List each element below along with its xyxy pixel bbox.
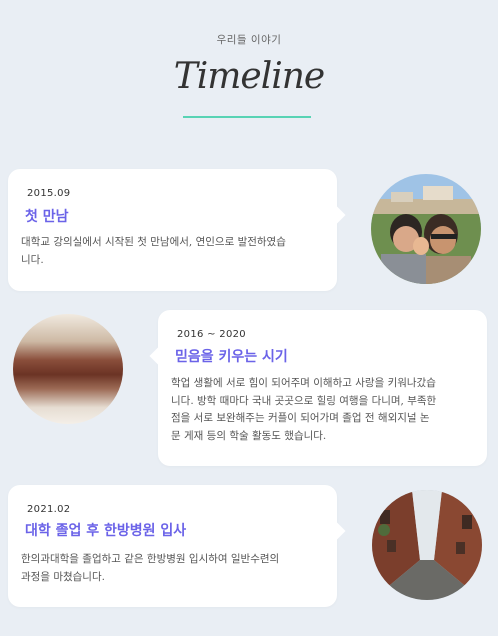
timeline-card-3: 2021.02 대학 졸업 후 한방병원 입사 한의과대학을 졸업하고 같은 한… bbox=[8, 485, 337, 607]
event-date: 2016 ~ 2020 bbox=[177, 329, 246, 340]
alley-street-photo bbox=[372, 490, 482, 600]
event-description-line: 니다. 방학 때마다 국내 곳곳으로 힐링 여행을 다니며, 부족한 bbox=[171, 394, 437, 407]
timeline-card-2: 2016 ~ 2020 믿음을 키우는 시기 학업 생활에 서로 힘이 되어주며… bbox=[158, 310, 487, 466]
event-date: 2015.09 bbox=[27, 188, 71, 199]
blurred-closeup-photo bbox=[13, 314, 123, 424]
event-description-line: 대학교 강의실에서 시작된 첫 만남에서, 연인으로 발전하였습 bbox=[21, 236, 286, 248]
event-description: 한의과대학을 졸업하고 같은 한방병원 입시하여 일반수련의 과정을 마쳤습니다… bbox=[21, 551, 331, 586]
event-description: 대학교 강의실에서 시작된 첫 만남에서, 연인으로 발전하였습 니다. bbox=[21, 234, 331, 269]
event-title: 대학 졸업 후 한방병원 입사 bbox=[25, 523, 187, 539]
title-underline bbox=[183, 116, 311, 118]
event-description-line: 니다. bbox=[21, 253, 44, 266]
event-description-line: 점을 서로 보완해주는 커플이 되어가며 졸업 전 해외지널 논 bbox=[171, 412, 430, 424]
couple-selfie-photo bbox=[371, 174, 481, 284]
event-description-line: 학업 생활에 서로 힘이 되어주며 이해하고 사랑을 키워나갔습 bbox=[171, 377, 436, 389]
event-description-line: 한의과대학을 졸업하고 같은 한방병원 입시하여 일반수련의 bbox=[21, 553, 280, 565]
event-title: 믿음을 키우는 시기 bbox=[175, 349, 288, 365]
event-date: 2021.02 bbox=[27, 504, 71, 515]
event-title: 첫 만남 bbox=[25, 209, 69, 225]
event-description-line: 문 게재 등의 학술 활동도 했습니다. bbox=[171, 429, 327, 442]
event-description-line: 과정을 마쳤습니다. bbox=[21, 570, 105, 583]
event-description: 학업 생활에 서로 힘이 되어주며 이해하고 사랑을 키워나갔습 니다. 방학 … bbox=[171, 375, 481, 445]
timeline-card-1: 2015.09 첫 만남 대학교 강의실에서 시작된 첫 만남에서, 연인으로 … bbox=[8, 169, 337, 291]
section-subtitle: 우리들 이야기 bbox=[216, 34, 282, 46]
section-title: Timeline bbox=[173, 56, 325, 97]
